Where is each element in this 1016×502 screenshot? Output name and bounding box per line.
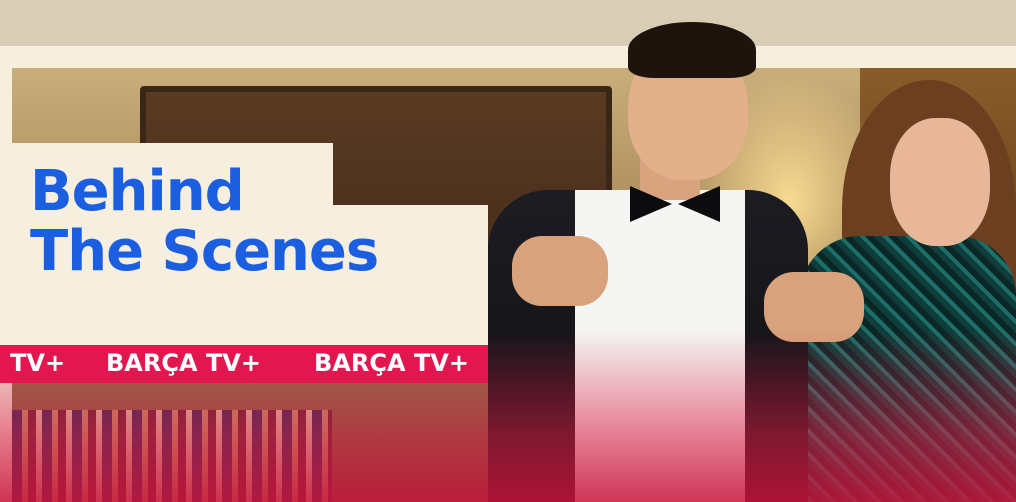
barca-tv-ticker: TV+ BARÇA TV+ BARÇA TV+ — [0, 345, 488, 383]
banner-title: Behind The Scenes — [30, 159, 379, 284]
frame-top — [0, 46, 1016, 68]
bowtie-icon — [630, 186, 720, 226]
ticker-item: TV+ — [10, 349, 66, 377]
ticker-item: BARÇA TV+ — [314, 349, 469, 377]
top-band — [0, 0, 1016, 46]
ticker-item: BARÇA TV+ — [106, 349, 261, 377]
promo-banner[interactable]: Behind The Scenes TV+ BARÇA TV+ BARÇA TV… — [0, 0, 1016, 502]
woman-face — [890, 118, 990, 246]
title-line-2: The Scenes — [30, 219, 379, 284]
man-hand-left — [512, 236, 608, 306]
man-hair — [628, 22, 756, 78]
title-line-1: Behind — [30, 159, 245, 224]
